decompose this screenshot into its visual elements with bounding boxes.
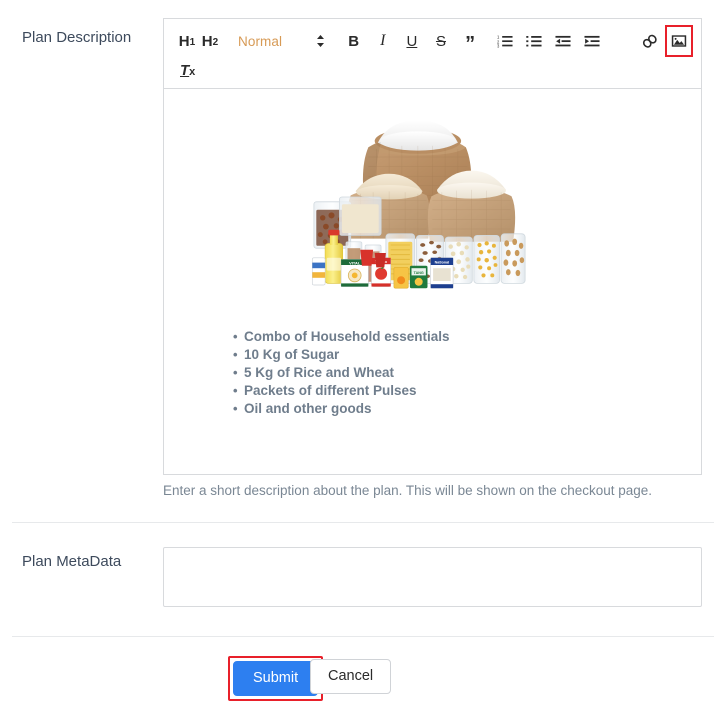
list-item: Combo of Household essentials — [233, 328, 687, 346]
section-divider-2 — [12, 636, 714, 637]
image-icon[interactable] — [665, 25, 694, 57]
heading-1-button[interactable]: H1 — [176, 28, 198, 54]
form-footer: Submit Cancel — [0, 656, 726, 701]
chevron-updown-icon — [316, 34, 325, 48]
clear-formatting-sub: x — [189, 65, 196, 78]
strikethrough-button[interactable]: S — [430, 28, 452, 54]
svg-text:TANG: TANG — [414, 271, 424, 275]
format-picker-value: Normal — [238, 33, 283, 49]
editor-content-area[interactable]: VITAL Tomato — [164, 89, 701, 474]
section-divider-1 — [12, 522, 714, 523]
svg-text:National: National — [435, 260, 450, 264]
description-bullet-list: Combo of Household essentials 10 Kg of S… — [178, 328, 687, 418]
list-item: 5 Kg of Rice and Wheat — [233, 364, 687, 382]
list-item: Oil and other goods — [233, 400, 687, 418]
description-helper-text: Enter a short description about the plan… — [163, 483, 653, 498]
outdent-icon[interactable] — [552, 28, 574, 54]
heading-2-sub: 2 — [212, 37, 219, 48]
plan-description-form: Plan Description H1 H2 Normal B I U S ” … — [0, 0, 726, 716]
heading-1-label: H — [178, 32, 190, 50]
grocery-household-essentials-photo: VITAL Tomato — [311, 120, 526, 289]
underline-button[interactable]: U — [401, 28, 423, 54]
svg-text:VITAL: VITAL — [349, 261, 361, 266]
cancel-button[interactable]: Cancel — [310, 659, 392, 694]
heading-2-button[interactable]: H2 — [199, 28, 221, 54]
submit-button-highlight: Submit — [228, 656, 324, 701]
editor-toolbar: H1 H2 Normal B I U S ” 1 2 3 T x — [164, 19, 701, 89]
clear-formatting-label: T — [180, 61, 190, 79]
clear-formatting-button[interactable]: Tx — [176, 57, 199, 83]
indent-icon[interactable] — [581, 28, 603, 54]
plan-description-label: Plan Description — [22, 29, 132, 46]
ordered-list-icon[interactable]: 1 2 3 — [494, 28, 516, 54]
bullet-list-icon[interactable] — [523, 28, 545, 54]
format-picker[interactable]: Normal — [238, 34, 325, 49]
plan-metadata-label: Plan MetaData — [22, 553, 122, 570]
plastic-containers-back — [313, 196, 382, 249]
plan-metadata-input[interactable] — [163, 547, 702, 607]
heading-2-label: H — [201, 32, 213, 50]
submit-button[interactable]: Submit — [233, 661, 319, 696]
blockquote-button[interactable]: ” — [459, 28, 481, 54]
italic-button[interactable]: I — [372, 28, 394, 54]
link-icon[interactable] — [639, 28, 661, 54]
bold-button[interactable]: B — [343, 28, 365, 54]
product-image-container: VITAL Tomato — [178, 99, 687, 306]
list-item: Packets of different Pulses — [233, 382, 687, 400]
rich-text-editor: H1 H2 Normal B I U S ” 1 2 3 T x VITAL T… — [163, 18, 702, 475]
svg-text:3: 3 — [497, 44, 500, 48]
list-item: 10 Kg of Sugar — [233, 346, 687, 364]
heading-1-sub: 1 — [189, 37, 196, 48]
